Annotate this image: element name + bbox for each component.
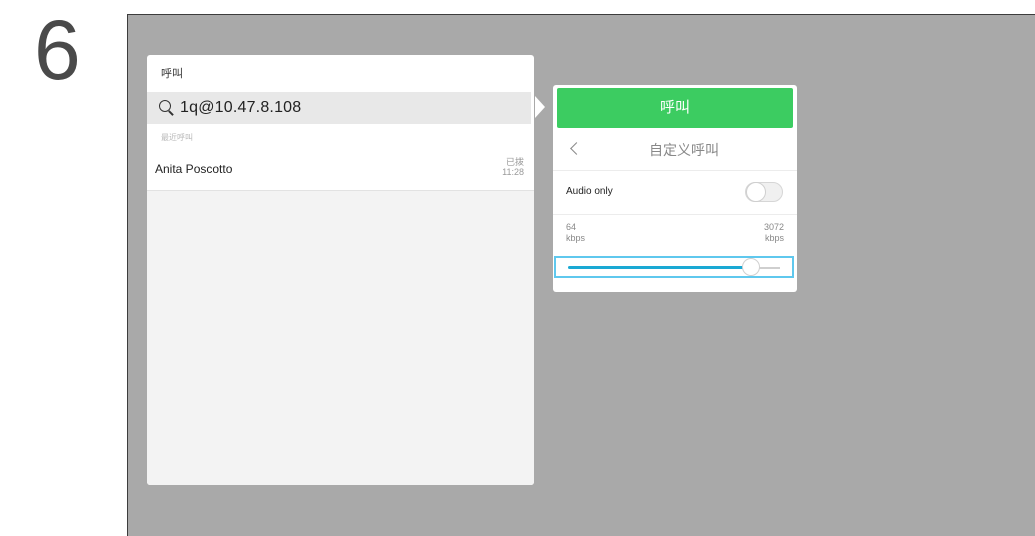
bitrate-max-value: 3072 <box>763 222 784 232</box>
search-input-value[interactable]: 1q@10.47.8.108 <box>180 99 301 117</box>
slider-track-filled <box>568 266 751 269</box>
popup-header: 自定义呼叫 <box>553 129 797 169</box>
bitrate-slider[interactable] <box>554 256 794 278</box>
call-status: 已拨 <box>505 157 524 167</box>
call-time: 11:28 <box>502 167 524 177</box>
call-button[interactable]: 呼叫 <box>557 88 793 128</box>
recent-calls-label: 最近呼叫 <box>161 133 193 142</box>
panel-title: 呼叫 <box>161 68 183 80</box>
popup-pointer <box>535 96 545 118</box>
bitrate-min-unit: kbps <box>566 233 586 243</box>
contact-name: Anita Poscotto <box>155 162 233 176</box>
call-panel: 呼叫 1q@10.47.8.108 最近呼叫 Anita Poscotto 已拨… <box>147 55 534 485</box>
recent-calls-list: Anita Poscotto 已拨 11:28 <box>147 147 534 485</box>
bitrate-max-unit: kbps <box>764 233 784 243</box>
device-screen: 呼叫 1q@10.47.8.108 最近呼叫 Anita Poscotto 已拨… <box>127 14 1035 536</box>
popup-title: 自定义呼叫 <box>649 142 719 158</box>
bitrate-min: 64 kbps <box>566 222 585 244</box>
bitrate-range-labels: 64 kbps 3072 kbps <box>553 222 797 248</box>
search-icon <box>158 99 176 117</box>
bitrate-min-value: 64 <box>566 222 577 232</box>
audio-only-row: Audio only <box>553 170 797 215</box>
custom-call-popup: 呼叫 自定义呼叫 Audio only 64 kbps 3072 kbps <box>553 85 797 292</box>
audio-only-label: Audio only <box>566 186 613 197</box>
search-field[interactable]: 1q@10.47.8.108 <box>147 92 531 124</box>
list-item[interactable]: Anita Poscotto 已拨 11:28 <box>147 147 534 191</box>
audio-only-toggle[interactable] <box>745 182 783 202</box>
toggle-knob <box>746 182 766 202</box>
bitrate-max: 3072 kbps <box>764 222 784 244</box>
call-meta: 已拨 11:28 <box>502 157 524 177</box>
slider-thumb[interactable] <box>742 258 760 276</box>
step-number: 6 <box>34 3 81 97</box>
